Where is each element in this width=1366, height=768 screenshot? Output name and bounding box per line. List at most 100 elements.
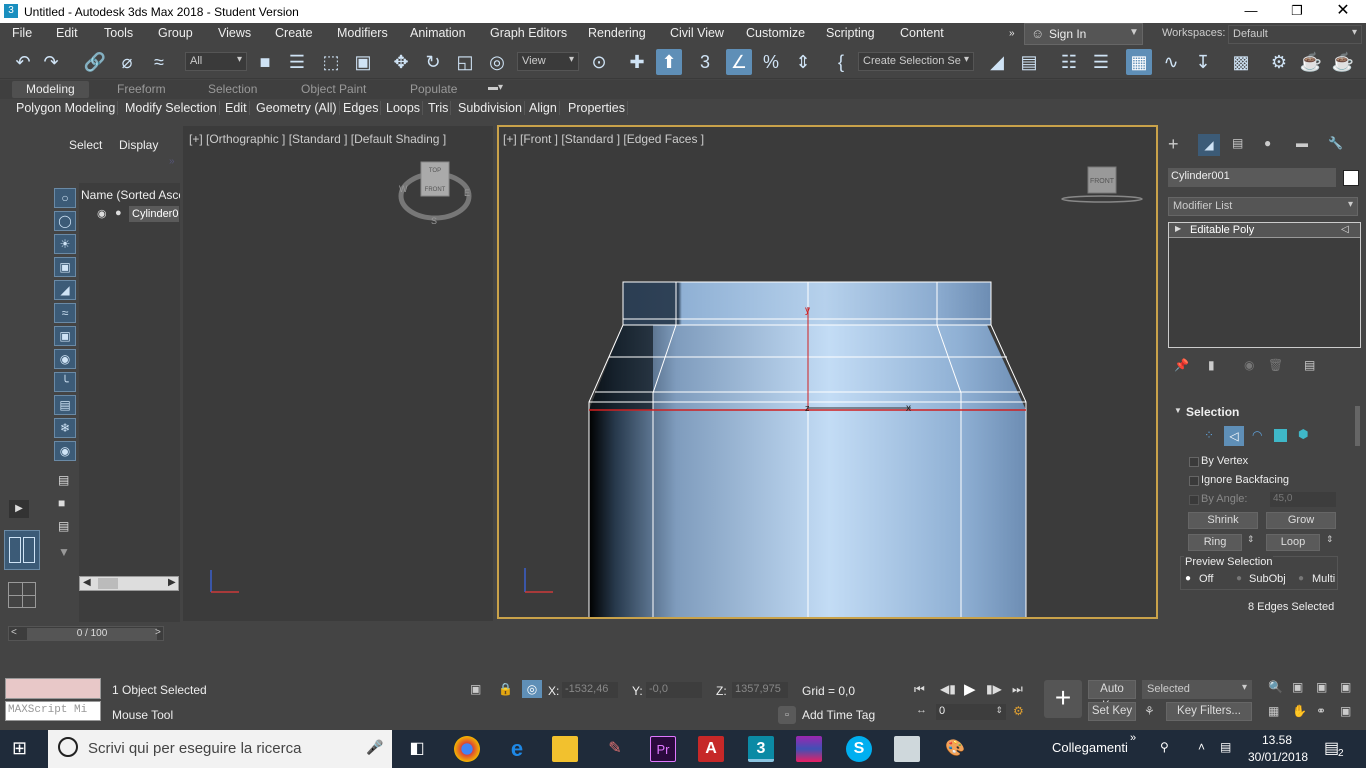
invert-selection-icon[interactable]: ▤ <box>58 519 69 533</box>
time-configuration-icon[interactable]: ⚙ <box>1013 704 1024 718</box>
tab-selection[interactable]: Selection <box>208 82 257 96</box>
hierarchy-tab-icon[interactable]: ▤ <box>1232 136 1243 150</box>
task-view-icon[interactable]: ◧ <box>404 736 430 762</box>
autocad-icon[interactable]: A <box>698 736 724 762</box>
render-setup-icon[interactable]: ⚙ <box>1266 49 1292 75</box>
column-header-name[interactable]: Name (Sorted Ascen <box>81 188 180 202</box>
scroll-left-icon[interactable]: ◀ <box>83 577 91 588</box>
scene-explorer-icon[interactable]: ☷ <box>1056 49 1082 75</box>
z-coordinate-field[interactable]: 1357,975 <box>732 682 788 698</box>
mirror-icon[interactable]: ◢ <box>984 49 1010 75</box>
3ds-max-icon[interactable]: 3 <box>748 736 774 762</box>
select-by-name-icon[interactable]: ☰ <box>284 49 310 75</box>
hidden-filter-icon[interactable]: ◉ <box>54 441 76 461</box>
link-icon[interactable]: 🔗 <box>82 49 108 75</box>
paint-3d-icon[interactable]: 🎨 <box>942 736 968 762</box>
menu-civil-view[interactable]: Civil View <box>670 26 724 40</box>
show-end-result-icon[interactable]: ▮ <box>1208 358 1215 372</box>
menu-tools[interactable]: Tools <box>104 26 133 40</box>
ring-button[interactable]: Ring <box>1188 534 1242 551</box>
loops-button[interactable]: Loops <box>384 101 424 115</box>
selection-filter-dropdown[interactable]: All <box>185 52 247 71</box>
select-none-icon[interactable]: ■ <box>58 496 65 510</box>
expand-triangle-icon[interactable]: ▶ <box>1175 224 1181 233</box>
go-to-start-icon[interactable]: ⏮ <box>914 682 925 697</box>
select-manipulate-icon[interactable]: ✚ <box>624 49 650 75</box>
object-name-field[interactable]: Cylinder001 <box>1168 168 1336 187</box>
frame-display[interactable]: 0 / 100 <box>27 628 157 640</box>
make-unique-icon[interactable]: ◉ <box>1244 358 1254 372</box>
select-object-icon[interactable]: ■ <box>252 49 278 75</box>
maxscript-listener-output[interactable] <box>5 678 101 699</box>
key-mode-dropdown[interactable]: Selected <box>1142 680 1252 699</box>
time-tag-icon[interactable]: ▫ <box>778 706 796 724</box>
remove-modifier-icon[interactable]: 🗑 <box>1268 358 1283 372</box>
viewport-orthographic[interactable]: [+] [Orthographic ] [Standard ] [Default… <box>183 126 493 621</box>
taskbar-search-box[interactable]: Scrivi qui per eseguire la ricerca 🎤 <box>48 730 392 768</box>
time-config-arrows-icon[interactable]: ↔ <box>916 704 927 716</box>
spinner-snap-icon[interactable]: ⇕ <box>790 49 816 75</box>
x-coordinate-field[interactable]: -1532,46 <box>562 682 618 698</box>
toggle-ribbon-icon[interactable]: ▦ <box>1126 49 1152 75</box>
viewcube-compass[interactable]: TOP FRONT W E S <box>393 156 473 226</box>
freeze-icon[interactable]: ● <box>115 207 122 219</box>
file-explorer-icon[interactable] <box>552 736 578 762</box>
preview-subobj-radio[interactable]: ● <box>1236 573 1242 584</box>
zoom-all-icon[interactable]: ▣ <box>1292 680 1303 694</box>
subdivision-button[interactable]: Subdivision <box>456 101 525 115</box>
unlink-icon[interactable]: ⌀ <box>114 49 140 75</box>
pan-view-icon[interactable]: ✋ <box>1292 704 1307 718</box>
viewport-layout-2-icon[interactable] <box>4 530 40 570</box>
frame-spinner-icon[interactable]: ⇕ <box>995 705 1003 716</box>
maximize-button[interactable]: ❐ <box>1274 0 1320 23</box>
microphone-icon[interactable]: 🎤 <box>366 739 383 756</box>
named-selection-set-dropdown[interactable]: Create Selection Se <box>858 52 974 71</box>
vertex-mode-icon[interactable]: ⁘ <box>1204 428 1214 442</box>
polygon-mode-icon[interactable] <box>1274 429 1287 442</box>
percent-snap-icon[interactable]: % <box>758 49 784 75</box>
loop-spinner-icon[interactable]: ⇕ <box>1326 534 1334 545</box>
viewport-label-orthographic[interactable]: [+] [Orthographic ] [Standard ] [Default… <box>189 132 446 146</box>
play-icon[interactable]: ▶ <box>964 680 976 698</box>
scale-icon[interactable]: ◱ <box>452 49 478 75</box>
undo-icon[interactable]: ↶ <box>10 49 36 75</box>
menu-file[interactable]: File <box>12 26 32 40</box>
menu-content[interactable]: Content <box>900 26 944 40</box>
bind-spacewarp-icon[interactable]: ≈ <box>146 49 172 75</box>
window-crossing-icon[interactable]: ▣ <box>350 49 376 75</box>
tris-button[interactable]: Tris <box>426 101 452 115</box>
tray-links-label[interactable]: Collegamenti <box>1052 740 1128 755</box>
show-hidden-icons-icon[interactable]: ˄ <box>1198 740 1205 754</box>
tab-populate[interactable]: Populate <box>410 82 457 96</box>
rollout-collapse-icon[interactable]: ▼ <box>1174 406 1182 415</box>
element-mode-icon[interactable]: ⬢ <box>1298 427 1308 441</box>
edge-mode-icon[interactable]: ◁ <box>1224 426 1244 446</box>
tab-modeling[interactable]: Modeling <box>12 81 89 98</box>
align-button[interactable]: Align <box>527 101 560 115</box>
command-panel-scrollbar[interactable] <box>1355 406 1360 446</box>
scroll-right-icon[interactable]: ▶ <box>168 577 176 588</box>
paint-app-icon[interactable]: ✎ <box>602 736 628 762</box>
render-production-icon[interactable]: ☕ <box>1330 49 1356 75</box>
schematic-view-icon[interactable]: ↧ <box>1190 49 1216 75</box>
maximize-viewport-icon[interactable]: ▣ <box>1340 704 1351 718</box>
network-icon[interactable]: ▤ <box>1220 740 1231 754</box>
edit-button[interactable]: Edit <box>223 101 250 115</box>
configure-modifier-sets-icon[interactable]: ▤ <box>1304 358 1315 372</box>
menu-animation[interactable]: Animation <box>410 26 466 40</box>
by-angle-spinner[interactable]: 45,0 <box>1270 492 1336 507</box>
lights-filter-icon[interactable]: ☀ <box>54 234 76 254</box>
geometry-filter-icon[interactable]: ◯ <box>54 211 76 231</box>
display-all-icon[interactable]: ○ <box>54 188 76 208</box>
frozen-filter-icon[interactable]: ❄ <box>54 418 76 438</box>
time-slider[interactable]: < 0 / 100 > <box>8 626 164 641</box>
selection-lock-icon[interactable]: 🔒 <box>498 682 513 696</box>
workspaces-dropdown[interactable]: Default <box>1228 25 1362 44</box>
windows-start-icon[interactable]: ⊞ <box>12 738 27 759</box>
edge-browser-icon[interactable]: e <box>504 736 530 762</box>
modify-tab-icon[interactable]: ◢ <box>1198 134 1220 156</box>
menu-overflow-icon[interactable]: » <box>1009 28 1015 39</box>
scroll-thumb[interactable] <box>98 578 118 589</box>
preview-off-radio[interactable]: ● <box>1185 573 1191 584</box>
default-in-out-tangent-icon[interactable]: ⚘ <box>1144 704 1155 718</box>
